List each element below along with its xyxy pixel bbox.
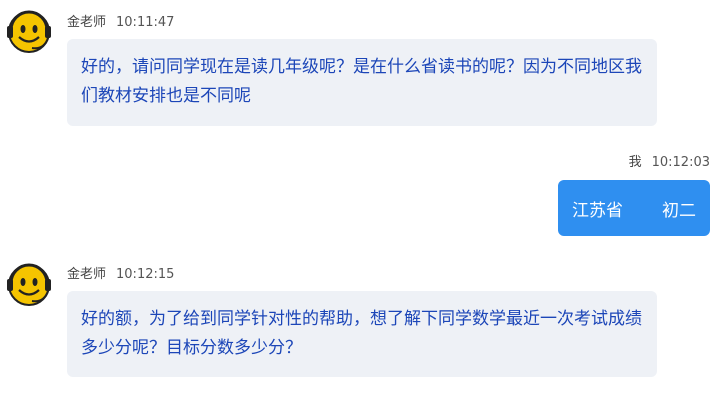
message-bubble-self: 江苏省 初二 [558,180,710,236]
sender-name: 我 [628,155,642,170]
message-meta: 金老师 10:12:15 [67,263,174,282]
message-meta: 金老师 10:11:47 [67,11,174,30]
teacher-avatar-icon[interactable] [4,259,54,309]
message-time: 10:11:47 [116,15,175,30]
sender-name: 金老师 [67,267,107,282]
grade-text: 初二 [662,200,696,221]
message-text: 好的额，为了给到同学针对性的帮助，想了解下同学数学最近一次考试成绩多少分呢？目标… [81,309,642,358]
province-text: 江苏省 [572,200,623,221]
message-bubble: 好的额，为了给到同学针对性的帮助，想了解下同学数学最近一次考试成绩多少分呢？目标… [67,291,657,377]
message-time: 10:12:15 [116,267,175,282]
message-meta: 我 10:12:03 [629,151,710,170]
teacher-avatar-icon[interactable] [4,6,54,56]
message-text: 好的，请问同学现在是读几年级呢？是在什么省读书的呢？因为不同地区我们教材安排也是… [81,57,642,106]
message-bubble: 好的，请问同学现在是读几年级呢？是在什么省读书的呢？因为不同地区我们教材安排也是… [67,39,657,126]
sender-name: 金老师 [67,15,107,30]
message-time: 10:12:03 [651,155,710,170]
